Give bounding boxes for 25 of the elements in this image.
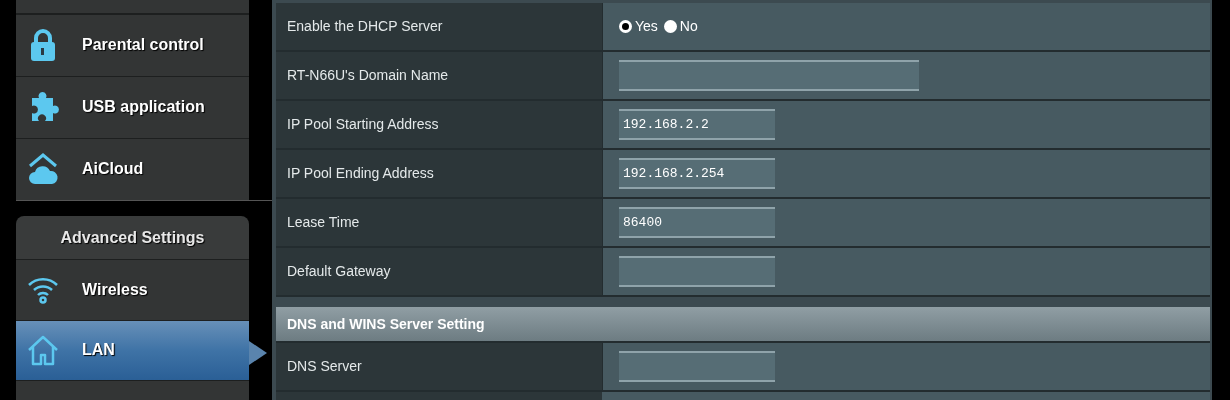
radio-option[interactable]: No <box>663 16 698 37</box>
field-label: RT-N66U's Domain Name <box>276 52 602 99</box>
padlock-icon <box>28 28 58 63</box>
input-field[interactable] <box>619 60 919 91</box>
field-label: Default Gateway <box>276 248 602 295</box>
cloud-house-icon <box>27 152 59 187</box>
field-label: DNS Server <box>276 343 602 390</box>
wifi-icon <box>27 276 59 305</box>
sidebar-item[interactable]: Parental control <box>16 13 249 76</box>
section-header: Advanced Settings <box>16 215 249 260</box>
radio-option[interactable]: Yes <box>619 16 658 37</box>
input-field[interactable]: 86400 <box>619 207 775 238</box>
sidebar-item[interactable]: AiCloud <box>16 137 249 200</box>
sidebar-item[interactable]: USB application <box>16 75 249 138</box>
input-field[interactable] <box>619 256 775 287</box>
field-label: Enable the DHCP Server <box>276 3 602 50</box>
input-field[interactable]: 192.168.2.2 <box>619 109 775 140</box>
input-field[interactable]: 192.168.2.254 <box>619 158 775 189</box>
field-label: Lease Time <box>276 199 602 246</box>
input-field[interactable] <box>619 351 775 382</box>
section-header: DNS and WINS Server Setting <box>276 307 1210 343</box>
field-label: IP Pool Starting Address <box>276 101 602 148</box>
sidebar-item[interactable]: Wireless <box>16 259 249 320</box>
house-icon <box>26 334 60 367</box>
field-label: IP Pool Ending Address <box>276 150 602 197</box>
